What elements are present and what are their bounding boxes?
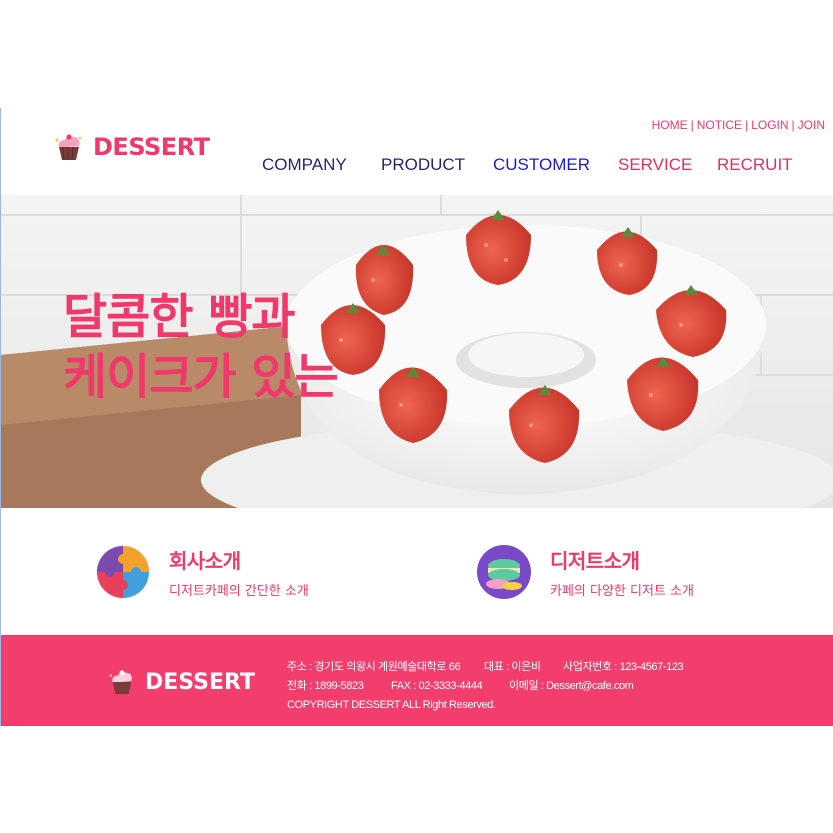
company-intro-desc: 디저트카페의 간단한 소개 xyxy=(169,584,309,599)
nav-customer[interactable]: CUSTOMER xyxy=(493,155,590,175)
footer-email[interactable]: 이메일 : Dessert@cafe.com xyxy=(509,677,634,696)
footer-fax: FAX : 02-3333-4444 xyxy=(391,680,483,692)
page: DESSERT HOME | NOTICE | LOGIN | JOIN COMPANY P… xyxy=(0,108,833,726)
dessert-intro-text: 디저트소개 카페의 다양한 디저트 소개 xyxy=(550,545,694,599)
hero-title: 달콤한 빵과 케이크가 있는 xyxy=(63,287,339,407)
join-link[interactable]: JOIN xyxy=(798,118,825,132)
footer-logo-text: DESSERT xyxy=(145,669,255,695)
footer-logo: DESSERT xyxy=(107,668,255,696)
dessert-intro-desc: 카페의 다양한 디저트 소개 xyxy=(550,584,694,599)
footer-biz-no: 사업자번호 : 123-4567-123 xyxy=(563,661,684,673)
nav-company[interactable]: COMPANY xyxy=(262,155,347,175)
footer: DESSERT 주소 : 경기도 의왕시 계원예술대학로 66 대표 : 이은비 사… xyxy=(1,635,833,726)
util-links: HOME | NOTICE | LOGIN | JOIN xyxy=(651,118,825,132)
company-intro-text: 회사소개 디저트카페의 간단한 소개 xyxy=(169,545,309,599)
dessert-intro-title: 디저트소개 xyxy=(550,549,640,573)
notice-link[interactable]: NOTICE xyxy=(697,118,742,132)
footer-info: 주소 : 경기도 의왕시 계원예술대학로 66 대표 : 이은비 사업자번호 : 1… xyxy=(287,658,684,715)
footer-phone: 전화 : 1899-5823 xyxy=(287,680,364,692)
hero-title-line-2: 케이크가 있는 xyxy=(63,349,339,405)
home-link[interactable]: HOME xyxy=(652,118,688,132)
company-intro-card[interactable]: 회사소개 디저트카페의 간단한 소개 xyxy=(95,544,309,600)
main-nav: COMPANY PRODUCT CUSTOMER SERVICE RECRUIT xyxy=(1,155,833,179)
footer-ceo: 대표 : 이은비 xyxy=(484,661,541,673)
dessert-intro-card[interactable]: 디저트소개 카페의 다양한 디저트 소개 xyxy=(476,544,694,600)
nav-recruit[interactable]: RECRUIT xyxy=(717,155,793,175)
cupcake-icon xyxy=(109,670,132,695)
puzzle-icon xyxy=(96,545,150,599)
nav-product[interactable]: PRODUCT xyxy=(381,155,465,175)
footer-copyright: COPYRIGHT DESSERT ALL Right Reserved. xyxy=(287,699,496,711)
login-link[interactable]: LOGIN xyxy=(751,118,788,132)
footer-address: 주소 : 경기도 의왕시 계원예술대학로 66 xyxy=(287,661,461,673)
hero-banner: 달콤한 빵과 케이크가 있는 xyxy=(1,195,833,508)
company-intro-title: 회사소개 xyxy=(169,549,241,573)
hero-title-line-1: 달콤한 빵과 xyxy=(63,289,296,345)
nav-service[interactable]: SERVICE xyxy=(618,155,692,175)
macaron-icon xyxy=(477,545,531,599)
